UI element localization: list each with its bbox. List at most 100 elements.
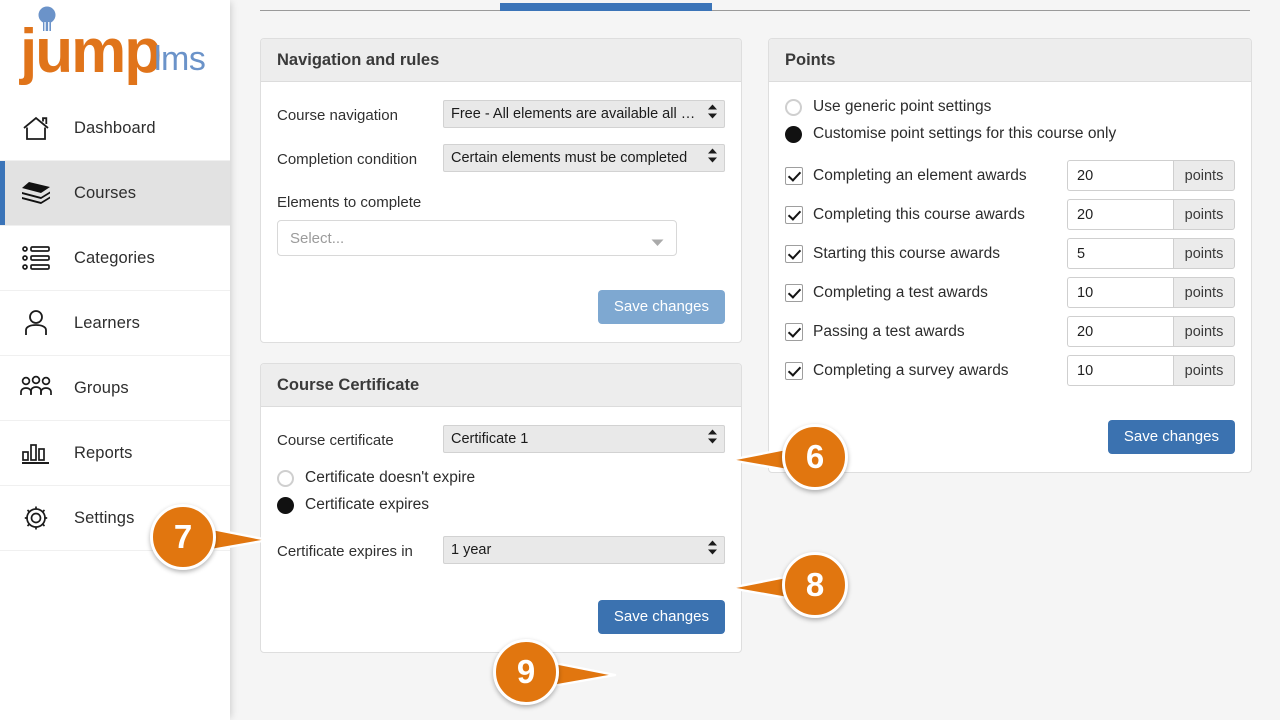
bar-chart-icon: [16, 436, 56, 470]
panel-body: Course certificate Certificate 1 Certifi…: [261, 407, 741, 652]
field-control: 1 year: [443, 536, 725, 564]
points-rule-label: Starting this course awards: [813, 244, 1000, 262]
points-input-group: points: [1067, 355, 1235, 386]
points-rule-row: Passing a test awards points: [785, 315, 1235, 348]
sidebar-item-dashboard[interactable]: Dashboard: [0, 96, 230, 161]
certificate-expires-in-select[interactable]: 1 year: [443, 536, 725, 564]
checkbox-passing-a-test[interactable]: [785, 322, 803, 341]
group-icon: [16, 371, 56, 405]
tab-strip-divider: [260, 10, 1250, 11]
jumplms-logo-icon: jump lms: [19, 6, 206, 86]
chevron-down-icon: [651, 234, 664, 252]
points-value-input[interactable]: [1067, 199, 1173, 230]
points-value-input[interactable]: [1067, 238, 1173, 269]
points-input-group: points: [1067, 199, 1235, 230]
points-input-group: points: [1067, 160, 1235, 191]
points-rule-row: Starting this course awards points: [785, 237, 1235, 270]
course-navigation-select[interactable]: Free - All elements are available all th…: [443, 100, 725, 128]
points-unit-label: points: [1173, 160, 1235, 191]
sidebar-item-label: Groups: [74, 378, 129, 397]
callout-8: 8: [728, 552, 856, 622]
checkbox-completing-a-test[interactable]: [785, 283, 803, 302]
panel-title: Course Certificate: [277, 376, 420, 394]
points-rule-label: Passing a test awards: [813, 322, 965, 340]
panel-body: Course navigation Free - All elements ar…: [261, 82, 741, 342]
field-elements-to-complete: Elements to complete Select...: [277, 194, 725, 256]
sidebar-item-label: Learners: [74, 313, 140, 332]
user-icon: [16, 306, 56, 340]
points-unit-label: points: [1173, 238, 1235, 269]
radio-use-generic-points[interactable]: Use generic point settings: [785, 98, 1235, 116]
points-rule-label: Completing a survey awards: [813, 361, 1009, 379]
sidebar-item-learners[interactable]: Learners: [0, 291, 230, 356]
checkbox-completing-a-survey[interactable]: [785, 361, 803, 380]
callout-number: 8: [782, 552, 848, 618]
points-input-group: points: [1067, 238, 1235, 269]
callout-number: 7: [150, 504, 216, 570]
field-label: Course navigation: [277, 107, 398, 124]
radio-customise-points[interactable]: Customise point settings for this course…: [785, 125, 1235, 143]
points-input-group: points: [1067, 277, 1235, 308]
checkbox-starting-this-course[interactable]: [785, 244, 803, 263]
gear-icon: [16, 501, 56, 535]
points-value-input[interactable]: [1067, 160, 1173, 191]
app-root: jump lms Dashboard Courses Categories Le…: [0, 0, 1280, 720]
brand-logo[interactable]: jump lms: [0, 0, 230, 96]
sidebar-item-groups[interactable]: Groups: [0, 356, 230, 421]
panel-points: Points Use generic point settings Custom…: [768, 38, 1252, 473]
radio-icon[interactable]: [277, 469, 294, 487]
callout-number: 6: [782, 424, 848, 490]
save-changes-button-points[interactable]: Save changes: [1107, 420, 1235, 454]
completion-condition-select[interactable]: Certain elements must be completed: [443, 144, 725, 172]
points-rule-label: Completing an element awards: [813, 166, 1027, 184]
panel-header: Navigation and rules: [261, 39, 741, 82]
tab-active-indicator[interactable]: [500, 3, 712, 11]
field-course-navigation: Course navigation Free - All elements ar…: [277, 100, 725, 128]
checkbox-completing-this-course[interactable]: [785, 205, 803, 224]
points-rule-label: Completing a test awards: [813, 283, 988, 301]
points-unit-label: points: [1173, 316, 1235, 347]
field-control: Certain elements must be completed: [443, 144, 725, 172]
select-placeholder: Select...: [290, 229, 345, 247]
radio-certificate-no-expire[interactable]: Certificate doesn't expire: [277, 469, 725, 487]
svg-text:jump: jump: [19, 17, 160, 86]
field-control: Certificate 1: [443, 425, 725, 453]
callout-7: 7: [142, 504, 270, 574]
points-unit-label: points: [1173, 277, 1235, 308]
sidebar-item-categories[interactable]: Categories: [0, 226, 230, 291]
callout-6: 6: [728, 424, 856, 494]
points-value-input[interactable]: [1067, 277, 1173, 308]
panel-header: Course Certificate: [261, 364, 741, 407]
sidebar-item-label: Reports: [74, 443, 133, 462]
sidebar-item-courses[interactable]: Courses: [0, 161, 230, 226]
list-icon: [16, 241, 56, 275]
checkbox-completing-an-element[interactable]: [785, 166, 803, 185]
panel-body: Use generic point settings Customise poi…: [769, 82, 1251, 472]
points-value-input[interactable]: [1067, 316, 1173, 347]
home-icon: [16, 111, 56, 145]
radio-icon[interactable]: [277, 496, 294, 514]
field-label: Elements to complete: [277, 194, 422, 211]
radio-icon[interactable]: [785, 98, 802, 116]
certificate-actions: Save changes: [277, 600, 725, 634]
field-certificate-expires-in: Certificate expires in 1 year: [277, 536, 725, 564]
points-value-input[interactable]: [1067, 355, 1173, 386]
radio-icon[interactable]: [785, 125, 802, 143]
points-unit-label: points: [1173, 355, 1235, 386]
callout-9: 9: [489, 639, 617, 709]
points-rule-row: Completing an element awards points: [785, 159, 1235, 192]
course-certificate-select[interactable]: Certificate 1: [443, 425, 725, 453]
radio-certificate-expires[interactable]: Certificate expires: [277, 496, 725, 514]
save-changes-button-certificate[interactable]: Save changes: [597, 600, 725, 634]
sidebar-item-label: Dashboard: [74, 118, 156, 137]
sidebar-item-label: Settings: [74, 508, 135, 527]
save-changes-button-navigation[interactable]: Save changes: [597, 290, 725, 324]
sidebar-item-label: Categories: [74, 248, 155, 267]
sidebar-item-reports[interactable]: Reports: [0, 421, 230, 486]
panel-course-certificate: Course Certificate Course certificate Ce…: [260, 363, 742, 653]
sidebar-nav: Dashboard Courses Categories Learners Gr…: [0, 96, 230, 551]
radio-label: Use generic point settings: [813, 98, 992, 115]
elements-to-complete-select[interactable]: Select...: [277, 220, 677, 256]
points-input-group: points: [1067, 316, 1235, 347]
field-label: Course certificate: [277, 432, 394, 449]
